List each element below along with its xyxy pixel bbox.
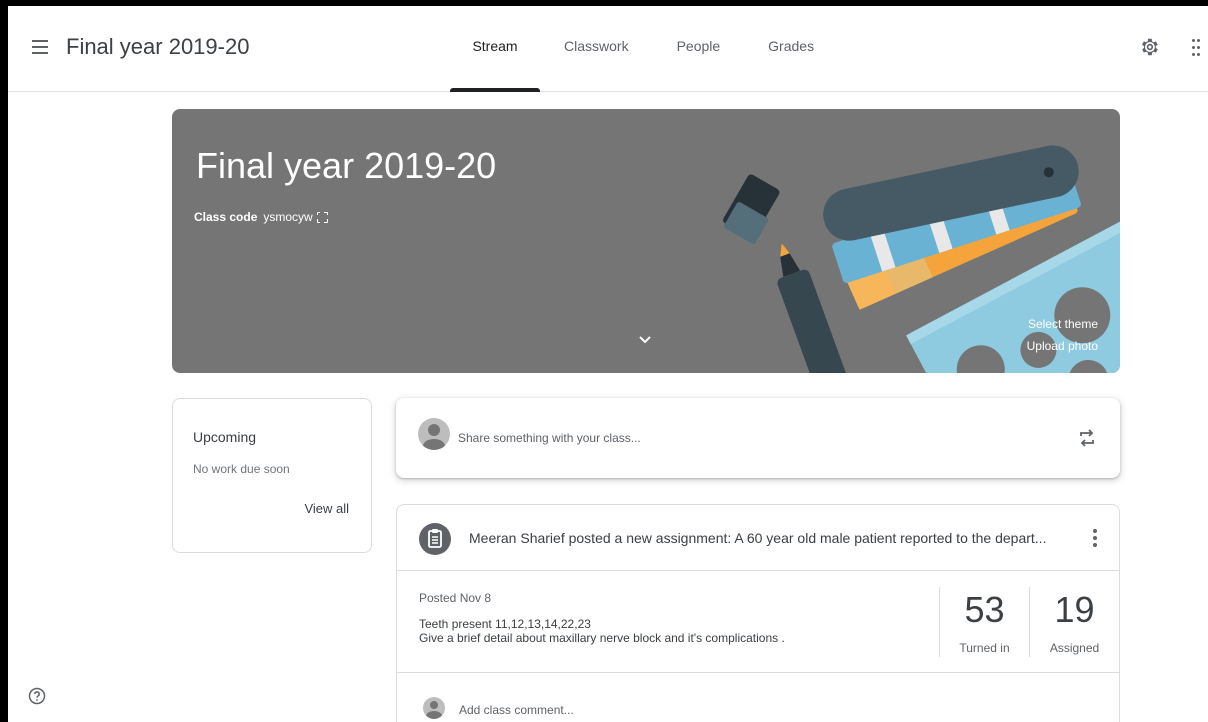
class-title[interactable]: Final year 2019-20 [66,34,249,60]
banner-title[interactable]: Final year 2019-20 [196,145,496,187]
class-code: Class code ysmocyw [194,210,328,224]
class-banner: Final year 2019-20 Class code ysmocyw Se… [172,109,1120,373]
tab-bar: Stream Classwork People Grades [450,6,862,92]
tab-people-label: People [676,38,721,54]
top-app-bar: Final year 2019-20 Stream Classwork Peop… [8,6,1208,92]
assigned-label: Assigned [1049,641,1100,655]
posted-date: Posted Nov 8 [419,591,492,605]
upcoming-empty-text: No work due soon [193,462,290,476]
app-window: Final year 2019-20 Stream Classwork Peop… [8,6,1208,722]
turned-in-label: Turned in [959,641,1010,655]
turned-in-stat[interactable]: 53 Turned in [939,587,1029,657]
gear-icon[interactable] [1138,36,1160,58]
fullscreen-icon[interactable] [315,210,328,223]
tab-people[interactable]: People [677,6,721,92]
share-box[interactable]: Share something with your class... [396,398,1120,478]
assignment-post: Meeran Sharief posted a new assignment: … [396,504,1120,722]
active-tab-indicator [450,88,540,92]
banner-illustration [723,145,1120,373]
view-all-link[interactable]: View all [304,501,349,516]
avatar [418,418,450,450]
help-icon[interactable] [28,687,46,705]
tab-grades[interactable]: Grades [768,6,814,92]
post-body: Posted Nov 8 Teeth present 11,12,13,14,2… [397,571,1119,673]
post-header[interactable]: Meeran Sharief posted a new assignment: … [397,505,1119,571]
apps-grid-icon[interactable] [1192,39,1200,57]
upcoming-title: Upcoming [193,429,257,445]
upcoming-card: Upcoming No work due soon View all [172,398,372,553]
tab-stream-label: Stream [472,38,518,54]
share-input[interactable]: Share something with your class... [458,431,641,445]
more-options-icon[interactable] [1093,529,1097,547]
repost-icon[interactable] [1078,427,1096,449]
assigned-stat[interactable]: 19 Assigned [1029,587,1119,657]
post-description-line-1: Teeth present 11,12,13,14,22,23 [419,617,591,631]
turned-in-count: 53 [964,589,1005,630]
tab-classwork-label: Classwork [564,38,629,54]
menu-icon[interactable] [32,40,48,54]
comment-avatar [423,697,445,719]
tab-classwork[interactable]: Classwork [564,6,629,92]
assigned-count: 19 [1054,589,1095,630]
class-code-value: ysmocyw [263,210,313,224]
assignment-icon [419,523,451,555]
class-comment-row[interactable]: Add class comment... [397,673,1119,722]
class-comment-input[interactable]: Add class comment... [459,703,574,717]
post-description-line-2: Give a brief detail about maxillary nerv… [419,631,785,645]
chevron-down-icon[interactable] [638,335,652,345]
upload-photo-link[interactable]: Upload photo [1027,339,1098,353]
tab-grades-label: Grades [768,38,815,54]
post-title[interactable]: Meeran Sharief posted a new assignment: … [469,530,1079,546]
tab-stream[interactable]: Stream [450,6,540,92]
class-code-label: Class code [194,210,258,224]
select-theme-link[interactable]: Select theme [1028,317,1098,331]
